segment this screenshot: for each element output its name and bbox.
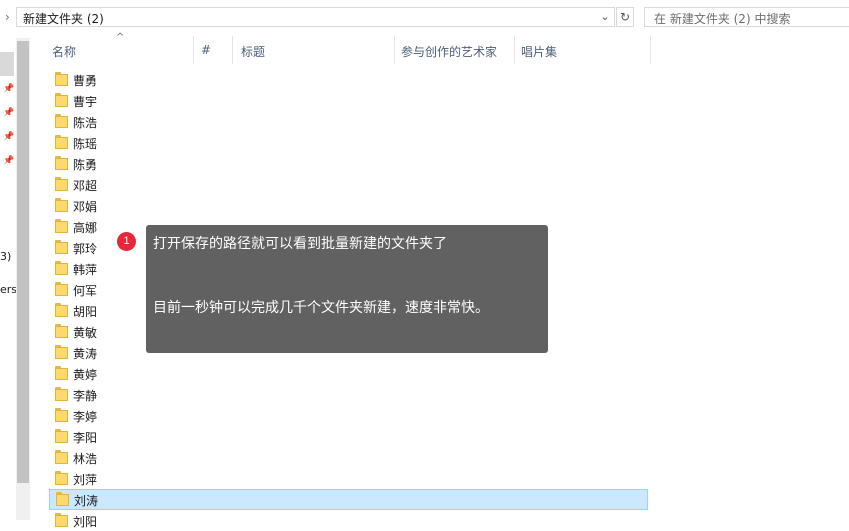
nav-item-fragment[interactable]: 3) (0, 250, 11, 263)
file-name: 陈浩 (73, 116, 98, 130)
column-number[interactable]: # (201, 43, 211, 59)
pin-icon: 📌 (3, 108, 15, 118)
file-name: 李婷 (73, 410, 98, 424)
list-item[interactable]: 刘萍 (33, 468, 633, 489)
column-divider[interactable] (514, 36, 515, 64)
folder-icon (56, 492, 69, 506)
file-name: 曹勇 (73, 74, 98, 88)
file-name: 陈勇 (73, 158, 98, 172)
file-name: 刘涛 (74, 494, 99, 508)
folder-icon (55, 324, 68, 338)
column-divider[interactable] (650, 36, 651, 64)
folder-icon (55, 471, 68, 485)
address-path[interactable]: 新建文件夹 (2) (23, 10, 104, 27)
file-name: 韩萍 (73, 263, 98, 277)
tooltip-line-2: 目前一秒钟可以完成几千个文件夹新建，速度非常快。 (153, 300, 489, 316)
navigation-pane: 📌 📌 📌 📌 3) erso (0, 36, 33, 522)
list-item[interactable]: 曹勇 (33, 69, 633, 90)
address-bar-row: › 新建文件夹 (2) ⌄ ↻ 在 新建文件夹 (2) 中搜索 (0, 0, 849, 36)
list-item[interactable]: 黄婷 (33, 363, 633, 384)
folder-icon (55, 450, 68, 464)
list-item[interactable]: 刘阳 (33, 510, 633, 531)
folder-icon (55, 366, 68, 380)
file-name: 胡阳 (73, 305, 98, 319)
file-name: 林浩 (73, 452, 98, 466)
folder-icon (55, 261, 68, 275)
folder-icon (55, 303, 68, 317)
file-name: 邓娟 (73, 200, 98, 214)
folder-icon (55, 135, 68, 149)
folder-icon (55, 93, 68, 107)
step-badge: 1 (117, 232, 136, 251)
pin-icon: 📌 (3, 84, 15, 94)
file-name: 刘萍 (73, 473, 98, 487)
column-name[interactable]: 名称 (52, 43, 76, 59)
file-name: 黄涛 (73, 347, 98, 361)
folder-icon (55, 72, 68, 86)
tooltip-line-1: 打开保存的路径就可以看到批量新建的文件夹了 (153, 236, 447, 252)
folder-icon (55, 408, 68, 422)
pin-icon: 📌 (3, 132, 15, 142)
list-item[interactable]: 李静 (33, 384, 633, 405)
list-item[interactable]: 陈浩 (33, 111, 633, 132)
folder-icon (55, 156, 68, 170)
breadcrumb-chevron-icon[interactable]: › (5, 9, 15, 25)
pin-icon: 📌 (3, 156, 15, 166)
folder-icon (55, 513, 68, 527)
search-input[interactable]: 在 新建文件夹 (2) 中搜索 (644, 7, 849, 27)
file-name: 黄婷 (73, 368, 98, 382)
search-placeholder: 在 新建文件夹 (2) 中搜索 (654, 12, 791, 26)
list-item[interactable]: 曹宇 (33, 90, 633, 111)
list-item[interactable]: 林浩 (33, 447, 633, 468)
file-name: 李阳 (73, 431, 98, 445)
folder-icon (55, 177, 68, 191)
folder-icon (55, 282, 68, 296)
file-name: 陈瑶 (73, 137, 98, 151)
folder-icon (55, 219, 68, 233)
file-name: 李静 (73, 389, 98, 403)
tooltip: 打开保存的路径就可以看到批量新建的文件夹了 目前一秒钟可以完成几千个文件夹新建，… (146, 225, 548, 353)
list-item[interactable]: 李阳 (33, 426, 633, 447)
file-name: 高娜 (73, 221, 98, 235)
list-item[interactable]: 李婷 (33, 405, 633, 426)
address-box[interactable]: 新建文件夹 (2) ⌄ (16, 7, 615, 27)
column-title[interactable]: 标题 (241, 43, 265, 59)
folder-icon (55, 240, 68, 254)
list-item[interactable]: 邓娟 (33, 195, 633, 216)
file-name: 邓超 (73, 179, 98, 193)
file-name: 何军 (73, 284, 98, 298)
column-album[interactable]: 唱片集 (521, 43, 557, 59)
chevron-down-icon[interactable]: ⌄ (598, 9, 612, 25)
nav-selected-item[interactable] (0, 52, 14, 76)
column-artist[interactable]: 参与创作的艺术家 (401, 43, 497, 59)
folder-icon (55, 114, 68, 128)
folder-icon (55, 387, 68, 401)
folder-icon (55, 429, 68, 443)
nav-scrollbar-thumb[interactable] (17, 41, 29, 483)
list-item[interactable]: 陈勇 (33, 153, 633, 174)
list-item[interactable]: 陈瑶 (33, 132, 633, 153)
column-divider[interactable] (394, 36, 395, 64)
refresh-icon[interactable]: ↻ (616, 7, 634, 27)
file-name: 郭玲 (73, 242, 98, 256)
folder-icon (55, 345, 68, 359)
column-divider[interactable] (232, 36, 233, 64)
sort-ascending-icon: ^ (116, 32, 125, 43)
file-name: 黄敏 (73, 326, 98, 340)
list-item[interactable]: 邓超 (33, 174, 633, 195)
file-name: 曹宇 (73, 95, 98, 109)
column-header: ^ 名称 # 标题 参与创作的艺术家 唱片集 (33, 32, 849, 64)
list-item-selected[interactable]: 刘涛 (49, 489, 648, 510)
folder-icon (55, 198, 68, 212)
column-divider[interactable] (193, 36, 194, 64)
